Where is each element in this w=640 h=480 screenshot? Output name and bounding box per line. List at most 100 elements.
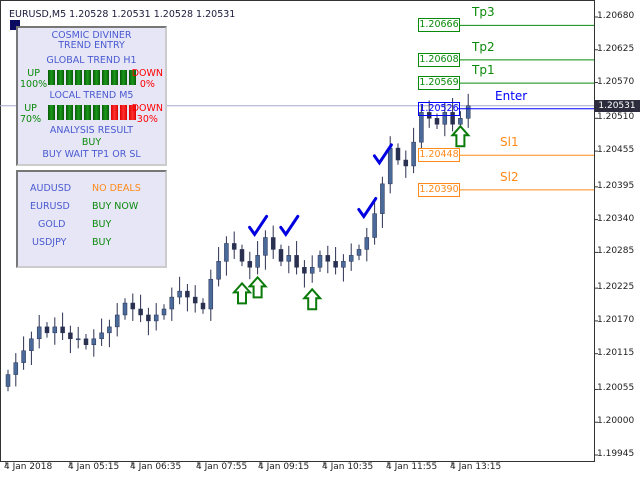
global-up-pct: 100%	[20, 79, 48, 90]
candle	[286, 255, 292, 262]
candle	[387, 147, 393, 185]
candle	[380, 183, 385, 214]
candle	[216, 261, 221, 280]
time-axis-label: 4 Jan 07:55	[196, 462, 248, 472]
candle	[122, 302, 128, 316]
up-arrow-icon	[247, 275, 268, 299]
time-axis-label: 4 Jan 09:15	[258, 462, 310, 472]
candle	[208, 278, 214, 310]
trend-segment	[93, 70, 100, 85]
deal-status: BUY NOW	[92, 201, 139, 212]
level-price-box: 1.20608	[418, 52, 460, 67]
level-price-box: 1.20569	[418, 76, 460, 91]
global-down-pct: 0%	[139, 79, 155, 90]
cosmic-diviner-panel: COSMIC DIVINER TREND ENTRY GLOBAL TREND …	[16, 26, 167, 166]
trend-segment	[75, 70, 82, 85]
deal-symbol: USDJPY	[32, 237, 67, 248]
candle	[107, 326, 112, 334]
analysis-value: BUY	[81, 137, 102, 148]
price-axis-label: 1.19945	[597, 449, 635, 459]
level-price-box: 1.20390	[418, 182, 460, 197]
candle	[270, 237, 276, 250]
candle	[44, 326, 50, 334]
level-name: Enter	[495, 88, 528, 103]
candle	[372, 213, 377, 238]
price-axis-label: 1.20395	[597, 180, 635, 191]
trend-segment	[66, 70, 73, 85]
candle	[356, 249, 362, 256]
level-name: Sl2	[500, 169, 519, 184]
chart-title: EURUSD,M5 1.20528 1.20531 1.20528 1.2053…	[9, 9, 236, 20]
global-trend-label: GLOBAL TREND H1	[46, 55, 137, 66]
price-axis-label: 1.20510	[597, 112, 635, 123]
candle	[185, 290, 190, 298]
candle	[294, 255, 299, 268]
up-arrow-icon	[231, 281, 253, 305]
local-up-label: UP	[24, 103, 37, 114]
global-up-label: UP	[27, 68, 40, 79]
candle	[247, 261, 253, 268]
candle	[21, 350, 26, 363]
candle	[130, 302, 136, 310]
candle	[231, 243, 237, 250]
candle	[161, 308, 167, 316]
candle	[278, 249, 284, 262]
candle	[153, 314, 159, 322]
candle	[403, 159, 409, 167]
trend-segment	[66, 105, 73, 120]
candle	[68, 332, 73, 340]
local-down-pct: 30%	[136, 114, 158, 125]
trend-segment	[102, 105, 109, 120]
candle	[5, 374, 11, 387]
candle	[114, 314, 120, 328]
price-axis-label: 1.20055	[597, 383, 635, 394]
candle	[13, 362, 19, 375]
deal-status: BUY	[92, 219, 112, 230]
price-axis-label: 1.20285	[597, 246, 635, 257]
candle	[317, 255, 323, 268]
analysis-label: ANALYSIS RESULT	[49, 125, 134, 136]
candle	[458, 118, 463, 125]
candle	[348, 255, 354, 262]
candle	[239, 249, 245, 262]
time-axis-label: 4 Jan 06:35	[130, 462, 182, 472]
price-axis-label: 1.20000	[597, 416, 635, 427]
trend-segment	[84, 105, 91, 120]
local-up-pct: 70%	[20, 114, 42, 125]
candle	[465, 105, 471, 119]
candle	[411, 141, 416, 167]
level-name: Tp1	[472, 63, 495, 78]
deal-status: BUY	[92, 237, 112, 248]
trend-segment	[57, 105, 64, 120]
price-axis-label: 1.20340	[597, 213, 635, 224]
time-axis-label: 4 Jan 11:55	[386, 462, 438, 472]
level-price-box: 1.20666	[418, 18, 460, 33]
deal-symbol: EURUSD	[30, 201, 70, 212]
global-trend-bar	[48, 70, 136, 85]
trend-segment	[84, 70, 91, 85]
candle	[169, 296, 175, 310]
price-axis-label: 1.20625	[597, 43, 635, 54]
candle	[333, 261, 338, 268]
candle	[419, 112, 424, 143]
price-axis-label: 1.20115	[597, 347, 635, 358]
trend-segment	[111, 105, 118, 120]
trend-segment	[48, 70, 55, 85]
candle	[52, 326, 58, 334]
candle	[138, 308, 143, 316]
panel-subtitle: TREND ENTRY	[58, 40, 125, 51]
level-name: Tp2	[472, 39, 495, 54]
candle	[364, 237, 370, 250]
up-arrow-icon	[301, 287, 323, 311]
candle	[75, 338, 81, 341]
price-axis-label: 1.20170	[597, 314, 635, 325]
price-axis-label: 1.20570	[597, 76, 635, 87]
time-axis-label: 4 Jan 05:15	[68, 462, 120, 472]
trend-segment	[120, 70, 127, 85]
trend-segment	[48, 105, 55, 120]
time-axis-label: 4 Jan 2018	[4, 462, 53, 472]
candle	[36, 326, 42, 340]
local-trend-label: LOCAL TREND M5	[49, 90, 134, 101]
candle	[146, 314, 151, 322]
trend-segment	[111, 70, 118, 85]
